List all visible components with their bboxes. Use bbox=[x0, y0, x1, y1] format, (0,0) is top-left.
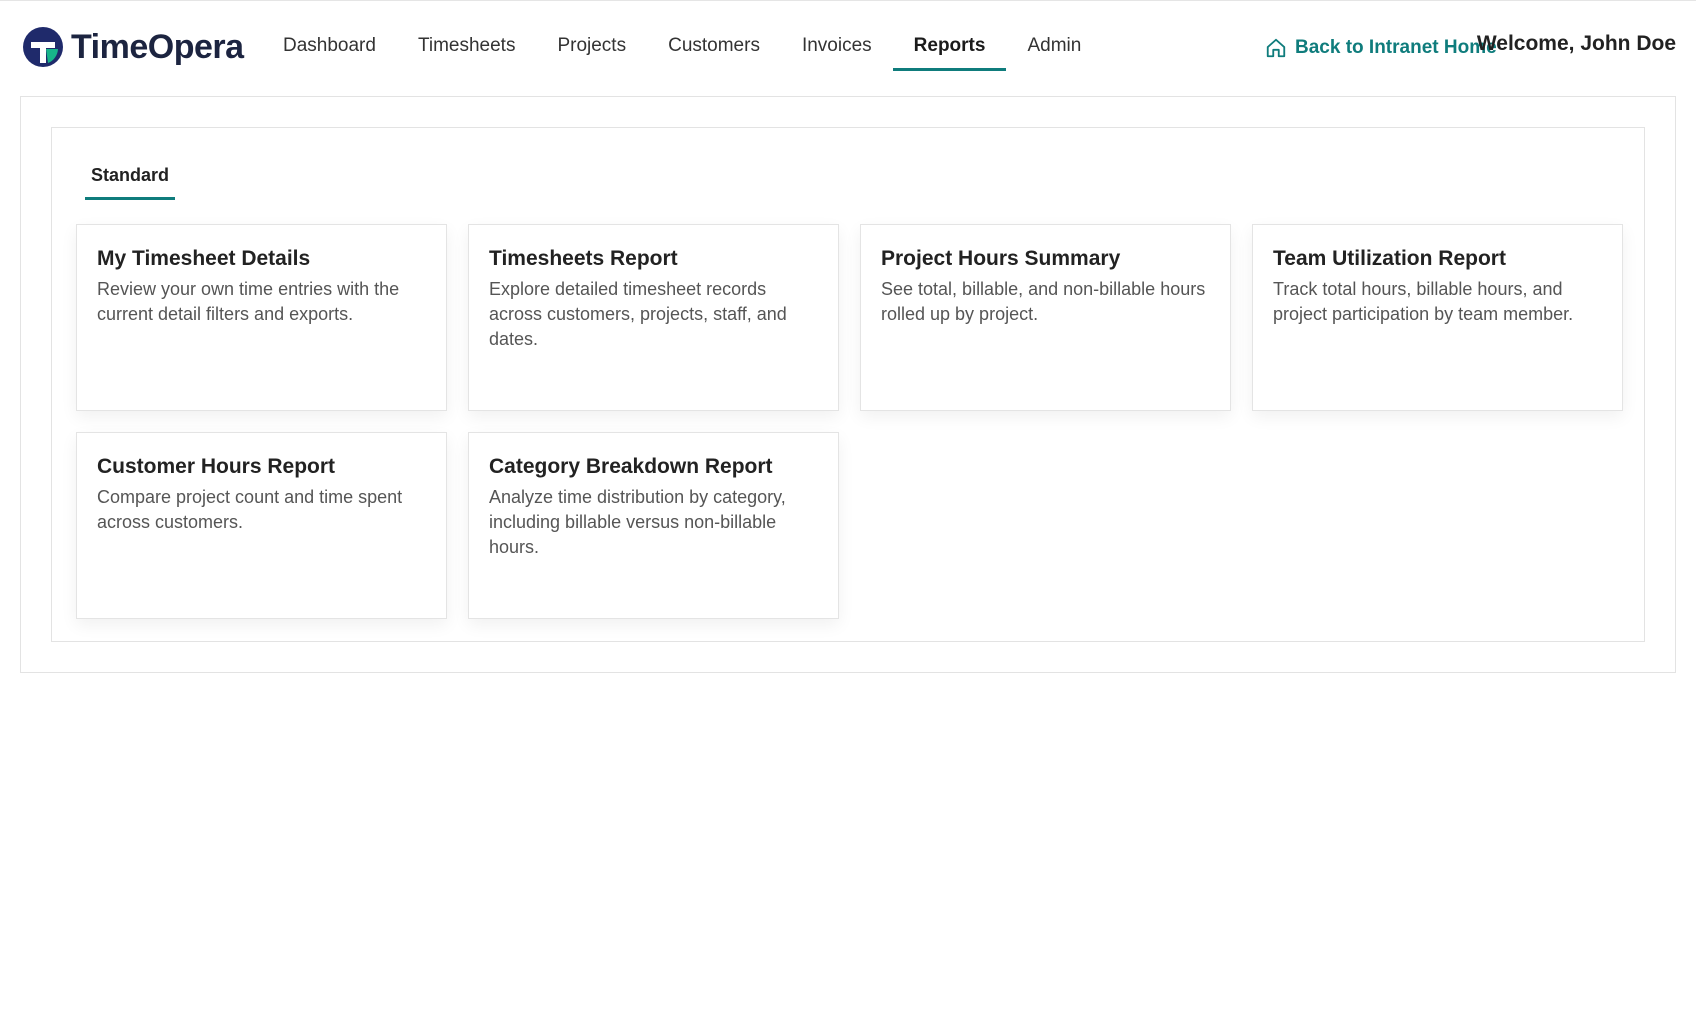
timeopera-logo-icon bbox=[23, 27, 63, 67]
back-to-intranet-link[interactable]: Back to Intranet Home bbox=[1265, 33, 1497, 63]
report-card-my-timesheet-details[interactable]: My Timesheet Details Review your own tim… bbox=[76, 224, 447, 411]
card-title: My Timesheet Details bbox=[97, 247, 311, 270]
card-title: Category Breakdown Report bbox=[489, 455, 773, 478]
report-cards-grid: My Timesheet Details Review your own tim… bbox=[76, 224, 1626, 619]
nav-item-invoices[interactable]: Invoices bbox=[781, 23, 893, 71]
nav-item-timesheets[interactable]: Timesheets bbox=[397, 23, 537, 71]
top-navigation-bar: TimeOpera Dashboard Timesheets Projects … bbox=[0, 0, 1696, 96]
nav-item-reports[interactable]: Reports bbox=[892, 23, 1007, 71]
page-container: Standard My Timesheet Details Review you… bbox=[20, 96, 1676, 673]
tab-standard[interactable]: Standard bbox=[85, 154, 176, 200]
nav-item-customers[interactable]: Customers bbox=[647, 23, 781, 71]
main-nav: Dashboard Timesheets Projects Customers … bbox=[262, 23, 1102, 75]
reports-panel: Standard My Timesheet Details Review you… bbox=[51, 127, 1645, 642]
back-link-label: Back to Intranet Home bbox=[1295, 37, 1497, 58]
brand-logo[interactable]: TimeOpera bbox=[21, 25, 244, 69]
card-description: Review your own time entries with the cu… bbox=[97, 279, 400, 324]
home-icon bbox=[1266, 38, 1286, 58]
nav-item-projects[interactable]: Projects bbox=[536, 23, 647, 71]
brand-name: TimeOpera bbox=[71, 27, 244, 66]
report-card-project-hours-summary[interactable]: Project Hours Summary See total, billabl… bbox=[860, 224, 1231, 411]
report-card-customer-hours-report[interactable]: Customer Hours Report Compare project co… bbox=[76, 432, 447, 619]
card-description: Analyze time distribution by category, i… bbox=[489, 487, 786, 557]
welcome-message: Welcome, John Doe bbox=[1476, 32, 1676, 55]
card-description: See total, billable, and non-billable ho… bbox=[881, 279, 1206, 324]
card-title: Timesheets Report bbox=[489, 247, 678, 270]
nav-item-dashboard[interactable]: Dashboard bbox=[262, 23, 397, 71]
nav-item-admin[interactable]: Admin bbox=[1006, 23, 1102, 71]
card-description: Compare project count and time spent acr… bbox=[97, 487, 403, 532]
report-card-category-breakdown-report[interactable]: Category Breakdown Report Analyze time d… bbox=[468, 432, 839, 619]
card-description: Explore detailed timesheet records acros… bbox=[489, 279, 787, 349]
card-description: Track total hours, billable hours, and p… bbox=[1273, 279, 1574, 324]
report-card-timesheets-report[interactable]: Timesheets Report Explore detailed times… bbox=[468, 224, 839, 411]
card-title: Customer Hours Report bbox=[97, 455, 336, 478]
report-card-team-utilization-report[interactable]: Team Utilization Report Track total hour… bbox=[1252, 224, 1623, 411]
card-title: Team Utilization Report bbox=[1273, 247, 1506, 270]
report-tabs: Standard bbox=[85, 154, 176, 202]
card-title: Project Hours Summary bbox=[881, 247, 1121, 270]
